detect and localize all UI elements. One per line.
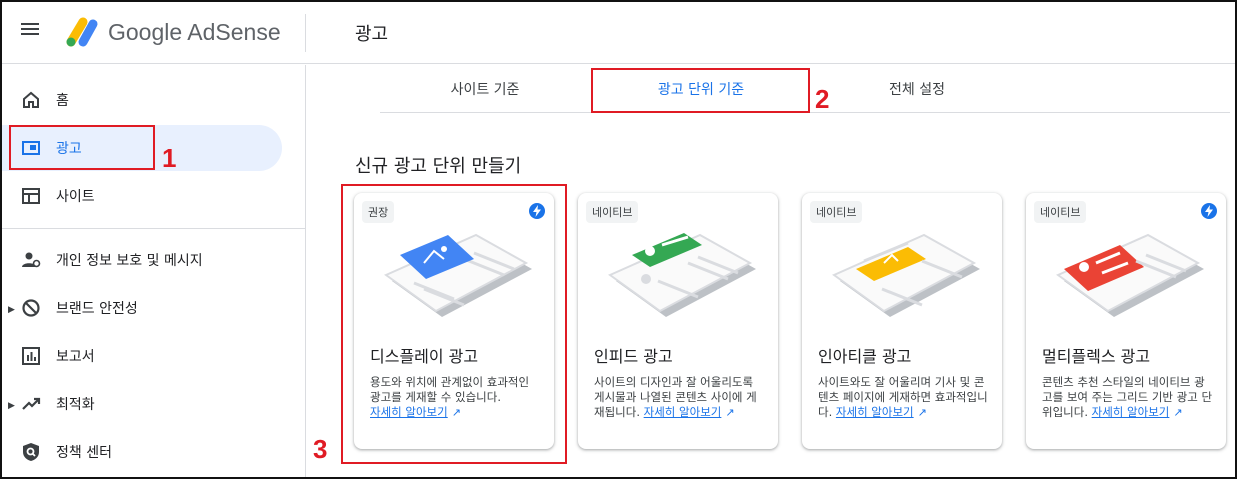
card-chip: 네이티브 [586,201,639,223]
card-title: 인아티클 광고 [818,347,912,366]
sidebar-item-reports[interactable]: 보고서 [0,333,282,379]
external-link-icon: ↗ [451,406,461,419]
privacy-messaging-icon [20,249,42,271]
sidebar-item-home[interactable]: 홈 [0,77,282,123]
multiplex-ad-illustration [1056,233,1204,317]
card-title: 인피드 광고 [594,347,673,366]
annotation-number-2: 2 [815,84,830,114]
external-link-icon: ↗ [1173,406,1183,419]
ad-type-card-in-feed[interactable]: 네이티브 인피드 광고 사이트의 디자인과 잘 어울리도록 게시물과 나열된 콘… [578,193,778,449]
external-link-icon: ↗ [917,406,927,419]
bolt-icon [1201,203,1217,219]
sidebar-item-label: 개인 정보 보호 및 메시지 [56,253,203,269]
bolt-icon [529,203,545,219]
annotation-number-3: 3 [313,434,328,464]
sidebar-item-label: 사이트 [56,189,95,205]
ads-icon [20,137,42,159]
sidebar-item-label: 광고 [56,141,82,157]
card-chip: 네이티브 [1034,201,1087,223]
in-feed-ad-illustration [608,233,756,317]
page-title: 광고 [355,24,389,45]
sidebar-item-label: 최적화 [56,397,95,413]
adsense-logo-icon [66,17,98,47]
learn-more-link[interactable]: 자세히 알아보기 [370,405,448,419]
brand-safety-icon [20,297,42,319]
home-icon [20,89,42,111]
card-chip: 권장 [362,201,395,223]
card-description: 사이트와도 잘 어울리며 기사 및 콘텐츠 페이지에 게재하면 효과적입니다. … [818,375,988,419]
ad-type-card-multiplex[interactable]: 네이티브 멀티플렉스 광고 콘텐츠 추천 스타일의 네이티브 광고를 보여 주는… [1026,193,1226,449]
tab-bar: 사이트 기준 광고 단위 기준 전체 설정 [380,65,1230,113]
sidebar-item-privacy-messaging[interactable]: 개인 정보 보호 및 메시지 [0,237,282,283]
sidebar-item-label: 홈 [56,93,69,109]
learn-more-link[interactable]: 자세히 알아보기 [1092,405,1170,419]
sidebar-item-ads[interactable]: 광고 [0,125,282,171]
section-title: 신규 광고 단위 만들기 [355,156,522,177]
policy-center-icon [20,441,42,463]
sidebar: 홈 광고 사이트 개인 정보 보호 및 메시지 ▶ 브랜드 안전성 보고서 ▶ [0,65,306,479]
learn-more-link[interactable]: 자세히 알아보기 [836,405,914,419]
in-article-ad-illustration [832,233,980,317]
sidebar-item-policy-center[interactable]: 정책 센터 [0,429,282,475]
brand-name: Google AdSense [108,19,281,45]
card-description: 용도와 위치에 관계없이 효과적인 광고를 게재할 수 있습니다. 자세히 알아… [370,375,530,419]
card-description: 사이트의 디자인과 잘 어울리도록 게시물과 나열된 콘텐츠 사이에 게재됩니다… [594,375,757,419]
card-title: 멀티플렉스 광고 [1042,347,1151,366]
top-app-bar: Google AdSense 광고 [0,0,1237,64]
ad-type-card-display[interactable]: 권장 디스플레이 광고 용도와 위치에 관계없이 효과적인 광고를 게재할 수 … [354,193,554,449]
sidebar-item-optimization[interactable]: 최적화 [0,381,282,427]
hamburger-menu-icon[interactable] [18,20,46,44]
card-description: 콘텐츠 추천 스타일의 네이티브 광고를 보여 주는 그리드 기반 광고 단위입… [1042,375,1213,419]
reports-icon [20,345,42,367]
ad-type-card-in-article[interactable]: 네이티브 인아티클 광고 사이트와도 잘 어울리며 기사 및 콘텐츠 페이지에 … [802,193,1002,449]
external-link-icon: ↗ [725,406,735,419]
learn-more-link[interactable]: 자세히 알아보기 [644,405,722,419]
tab-global-settings[interactable]: 전체 설정 [812,65,1022,113]
tab-by-site[interactable]: 사이트 기준 [380,65,590,113]
sidebar-item-brand-safety[interactable]: 브랜드 안전성 [0,285,282,331]
tab-by-ad-unit[interactable]: 광고 단위 기준 [594,65,808,113]
sidebar-item-label: 보고서 [56,349,95,365]
sidebar-item-label: 브랜드 안전성 [56,301,138,317]
sidebar-item-label: 정책 센터 [56,445,112,461]
header-divider [305,14,306,52]
optimization-icon [20,393,42,415]
card-chip: 네이티브 [810,201,863,223]
sidebar-item-sites[interactable]: 사이트 [0,173,282,219]
card-title: 디스플레이 광고 [370,347,479,366]
sites-icon [20,185,42,207]
annotation-number-1: 1 [162,143,177,173]
display-ad-illustration [384,233,532,317]
sidebar-divider [0,228,305,229]
